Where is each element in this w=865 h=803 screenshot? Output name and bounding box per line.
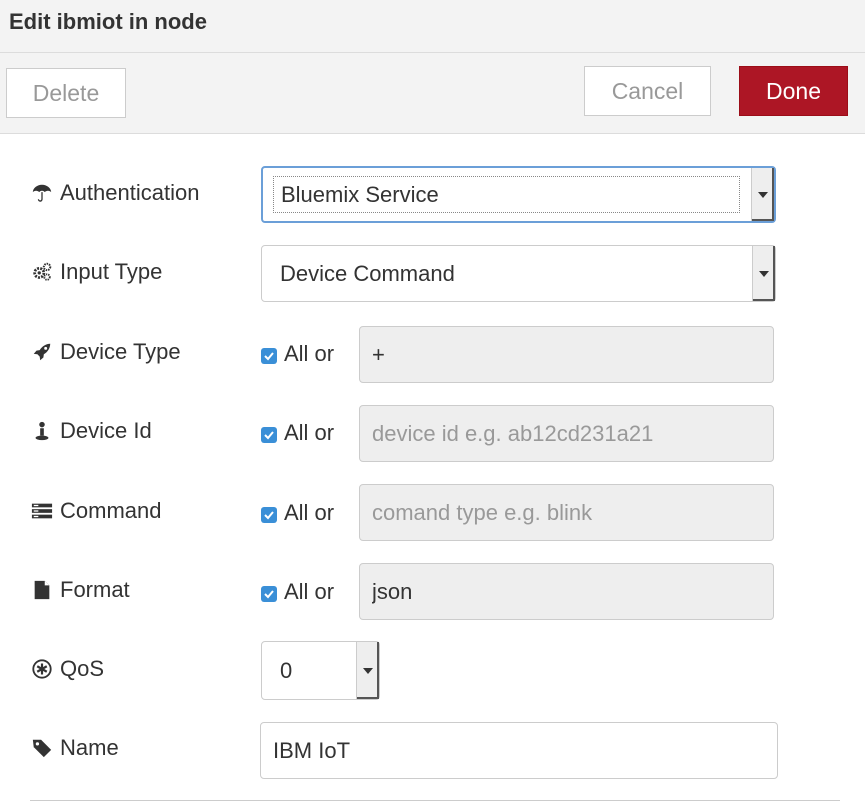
command-all-checkbox[interactable]: [261, 507, 277, 523]
tag-icon: [28, 734, 56, 762]
format-all-checkbox[interactable]: [261, 586, 277, 602]
umbrella-icon: [28, 179, 56, 207]
device-type-input[interactable]: [359, 326, 774, 383]
command-label: Command: [28, 481, 161, 541]
device-id-row: Device Id All or: [0, 401, 865, 462]
dialog-toolbar: Delete Cancel Done: [0, 53, 865, 134]
cancel-button[interactable]: Cancel: [584, 66, 711, 116]
input-type-label-text: Input Type: [60, 259, 163, 284]
file-icon: [28, 576, 56, 604]
chevron-down-icon[interactable]: [356, 642, 379, 699]
command-row: Command All or: [0, 481, 865, 541]
authentication-label: Authentication: [28, 163, 199, 223]
dialog-header: Edit ibmiot in node: [0, 0, 865, 53]
asterisk-circle-icon: [28, 655, 56, 683]
device-id-all-checkbox[interactable]: [261, 427, 277, 443]
device-type-row: Device Type All or: [0, 322, 865, 383]
name-label: Name: [28, 718, 119, 778]
input-type-row: Input Type Device Command: [0, 242, 865, 302]
divider: [30, 800, 840, 801]
authentication-row: Authentication Bluemix Service: [0, 163, 865, 223]
authentication-select[interactable]: Bluemix Service: [261, 166, 776, 223]
device-id-label-text: Device Id: [60, 418, 152, 443]
input-type-select[interactable]: Device Command: [261, 245, 776, 302]
chevron-down-icon[interactable]: [751, 168, 774, 221]
device-type-label-text: Device Type: [60, 339, 181, 364]
input-type-value: Device Command: [280, 260, 455, 286]
format-label-text: Format: [60, 577, 130, 602]
qos-select[interactable]: 0: [261, 641, 380, 700]
format-row: Format All or: [0, 560, 865, 620]
authentication-label-text: Authentication: [60, 180, 200, 205]
qos-label-text: QoS: [60, 656, 105, 681]
done-button[interactable]: Done: [739, 66, 848, 116]
device-id-input[interactable]: [359, 405, 774, 462]
input-type-label: Input Type: [28, 242, 162, 302]
cogs-icon: [28, 258, 56, 286]
qos-label: QoS: [28, 639, 104, 699]
command-all-label: All or: [284, 500, 335, 525]
device-id-all-label: All or: [284, 420, 335, 445]
device-type-label: Device Type: [28, 322, 181, 382]
rocket-icon: [28, 338, 56, 366]
command-input[interactable]: [359, 484, 774, 541]
focus-ring: [273, 176, 740, 213]
qos-row: QoS 0: [0, 639, 865, 700]
format-label: Format: [28, 560, 130, 620]
device-type-all-checkbox[interactable]: [261, 348, 277, 364]
chevron-down-icon[interactable]: [752, 246, 775, 301]
delete-button[interactable]: Delete: [6, 68, 126, 118]
device-type-all-label: All or: [284, 341, 335, 366]
name-input[interactable]: [260, 722, 778, 779]
list-icon: [28, 497, 56, 525]
name-label-text: Name: [60, 735, 119, 760]
device-id-label: Device Id: [28, 401, 152, 461]
name-row: Name: [0, 718, 865, 779]
command-label-text: Command: [60, 498, 162, 523]
dialog-title: Edit ibmiot in node: [9, 9, 207, 34]
user-icon: [28, 417, 56, 445]
format-all-label: All or: [284, 579, 335, 604]
format-input[interactable]: [359, 563, 774, 620]
